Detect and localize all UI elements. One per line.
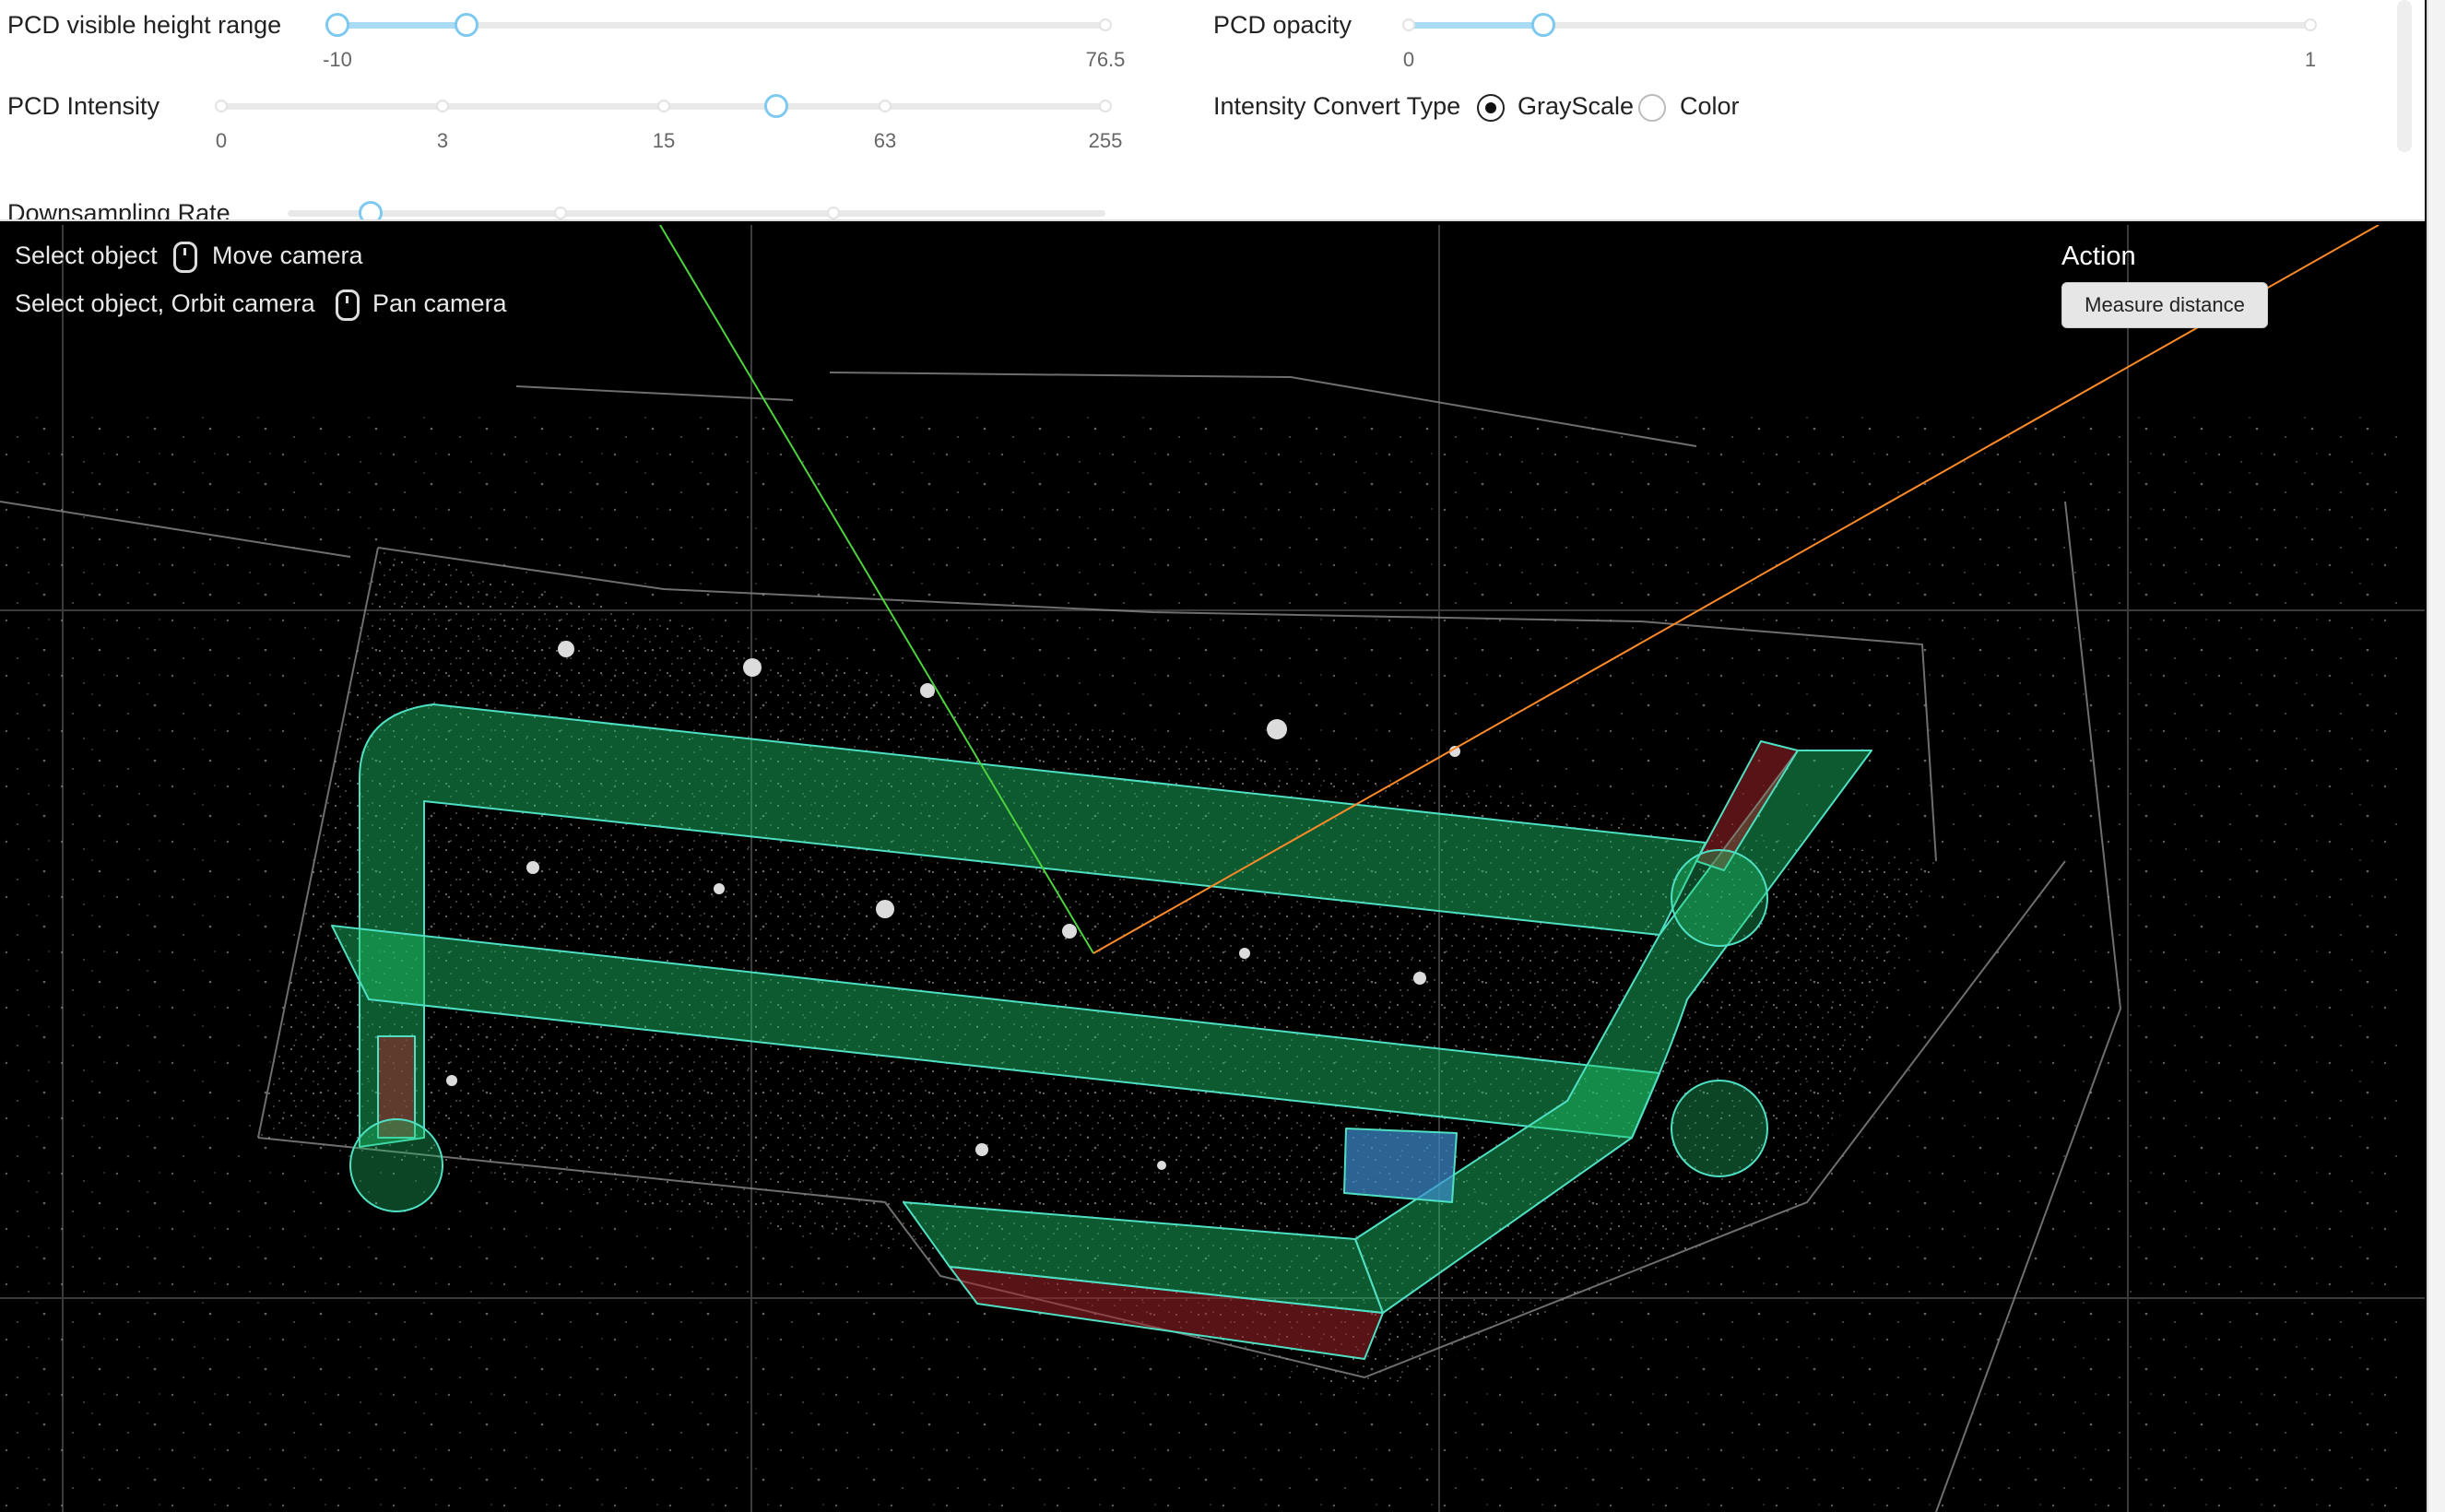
height-range-max-label: 76.5 <box>1085 48 1126 71</box>
panel-scrollbar[interactable] <box>2397 0 2412 152</box>
side-panel-edge <box>2427 0 2445 1512</box>
downsampling-dot-2 <box>827 207 840 219</box>
intensity-dot-15 <box>657 100 670 112</box>
pointcloud-viewport[interactable] <box>0 225 2425 1512</box>
intensity-dot-255 <box>1099 100 1112 112</box>
opacity-max-label: 1 <box>2304 48 2317 71</box>
height-range-fill <box>337 22 467 29</box>
intensity-tick-3: 63 <box>873 129 897 152</box>
color-radio[interactable] <box>1638 94 1666 122</box>
height-range-high-handle[interactable] <box>455 13 478 37</box>
height-range-min-label: -10 <box>323 48 352 71</box>
height-range-end-dot <box>1099 18 1112 31</box>
opacity-min-label: 0 <box>1402 48 1415 71</box>
opacity-handle[interactable] <box>1531 13 1555 37</box>
convert-type-label: Intensity Convert Type <box>1213 92 1461 120</box>
downsampling-label: Downsampling Rate <box>7 199 230 221</box>
mouse-left-click-icon <box>173 242 197 273</box>
downsampling-dot-1 <box>554 207 567 219</box>
measure-distance-button[interactable]: Measure distance <box>2061 282 2268 328</box>
intensity-tick-1: 3 <box>436 129 449 152</box>
intensity-tick-4: 255 <box>1088 129 1123 152</box>
scene-canvas[interactable] <box>0 225 2425 1512</box>
hint-select-object: Select object <box>15 242 158 269</box>
intensity-label: PCD Intensity <box>7 92 160 120</box>
downsampling-handle[interactable] <box>359 201 383 219</box>
color-option-label[interactable]: Color <box>1680 92 1740 121</box>
intensity-tick-2: 15 <box>652 129 676 152</box>
opacity-fill <box>1409 22 1543 29</box>
opacity-start-dot <box>1402 18 1415 31</box>
intensity-handle[interactable] <box>764 94 788 118</box>
height-range-low-handle[interactable] <box>325 13 349 37</box>
control-panel: PCD visible height range -10 76.5 PCD op… <box>0 0 2425 221</box>
grayscale-option-label[interactable]: GrayScale <box>1518 92 1634 121</box>
opacity-end-dot <box>2304 18 2317 31</box>
mouse-right-click-icon <box>336 289 360 321</box>
grayscale-radio[interactable] <box>1477 94 1505 122</box>
intensity-dot-0 <box>215 100 228 112</box>
intensity-tick-0: 0 <box>215 129 228 152</box>
hint-pan-camera: Pan camera <box>372 289 507 317</box>
hint-move-camera: Move camera <box>212 242 363 269</box>
downsampling-track[interactable] <box>288 210 1105 217</box>
intensity-dot-63 <box>879 100 892 112</box>
opacity-label: PCD opacity <box>1213 11 1352 39</box>
hint-select-orbit: Select object, Orbit camera <box>15 289 315 317</box>
height-range-label: PCD visible height range <box>7 11 282 39</box>
action-title: Action <box>2061 242 2136 271</box>
intensity-dot-3 <box>436 100 449 112</box>
